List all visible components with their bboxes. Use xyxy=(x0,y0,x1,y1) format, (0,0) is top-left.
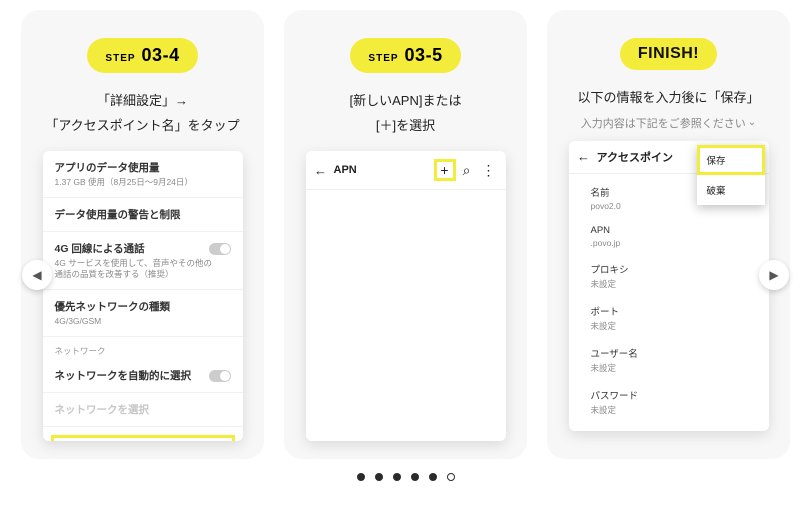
badge-step-number: 03-5 xyxy=(405,45,443,66)
pager-dot[interactable] xyxy=(447,473,455,481)
badge-finish-label: FINISH! xyxy=(638,45,699,63)
row-data-warning[interactable]: データ使用量の警告と制限 xyxy=(43,198,243,232)
pager-dot[interactable] xyxy=(429,473,437,481)
pager-dot[interactable] xyxy=(375,473,383,481)
step-card-03-4: STEP 03-4 「詳細設定」→ 「アクセスポイント名」をタップ アプリのデー… xyxy=(21,10,264,459)
label: ネットワークを選択 xyxy=(55,402,231,417)
field-label: サーバー xyxy=(591,430,763,431)
label: 4G 回線による通話 xyxy=(55,241,231,256)
toggle-icon[interactable] xyxy=(209,370,231,382)
field-label: パスワード xyxy=(591,388,763,402)
step-badge: STEP 03-5 xyxy=(350,38,460,73)
badge-step-label: STEP xyxy=(105,53,135,64)
pager-dot[interactable] xyxy=(393,473,401,481)
step-title: 「詳細設定」→ 「アクセスポイント名」をタップ xyxy=(45,89,239,141)
phone-screenshot-2: ← APN + ⌕ ⋮ xyxy=(306,151,506,441)
step-card-finish: FINISH! 以下の情報を入力後に「保存」 入力内容は下記をご参照ください ⌄… xyxy=(547,10,790,459)
field-value: .povo.jp xyxy=(591,238,763,248)
finish-badge: FINISH! xyxy=(620,38,717,70)
field-value: 未設定 xyxy=(591,362,763,374)
row-app-data-usage[interactable]: アプリのデータ使用量 1.37 GB 使用（8月25日～9月24日） xyxy=(43,151,243,198)
apn-fields: 名前 povo2.0 APN .povo.jp プロキシ 未設定 ポート 未設定… xyxy=(569,174,769,431)
menu-item-discard[interactable]: 破棄 xyxy=(697,175,765,205)
row-apn-highlight[interactable]: アクセス ポイント名 xyxy=(51,435,235,441)
badge-step-number: 03-4 xyxy=(142,45,180,66)
add-apn-button[interactable]: + xyxy=(434,159,456,181)
field-username[interactable]: ユーザー名 未設定 xyxy=(591,339,763,381)
carousel-pager xyxy=(0,473,811,481)
row-4g-calling[interactable]: 4G 回線による通話 4G サービスを使用して、音声やその他の 通話の品質を改善… xyxy=(43,232,243,290)
field-proxy[interactable]: プロキシ 未設定 xyxy=(591,255,763,297)
back-icon[interactable]: ← xyxy=(312,163,330,178)
overflow-menu: 保存 破棄 xyxy=(697,145,765,205)
field-apn[interactable]: APN .povo.jp xyxy=(591,218,763,255)
field-label: ポート xyxy=(591,304,763,318)
pager-dot[interactable] xyxy=(357,473,365,481)
subnote-text: 入力内容は下記をご参照ください xyxy=(581,115,746,131)
field-label: プロキシ xyxy=(591,262,763,276)
label: データ使用量の警告と制限 xyxy=(55,207,231,222)
row-auto-select-network[interactable]: ネットワークを自動的に選択 xyxy=(43,359,243,393)
back-icon[interactable]: ← xyxy=(575,149,593,164)
sublabel: 1.37 GB 使用（8月25日～9月24日） xyxy=(55,177,231,188)
field-port[interactable]: ポート 未設定 xyxy=(591,297,763,339)
plus-icon: + xyxy=(440,162,448,178)
toggle-icon[interactable] xyxy=(209,243,231,255)
phone-screenshot-1: アプリのデータ使用量 1.37 GB 使用（8月25日～9月24日） データ使用… xyxy=(43,151,243,441)
step-title: [新しいAPN]または [＋]を選択 xyxy=(350,89,462,141)
phone-screenshot-3: ← アクセスポイン 保存 破棄 名前 povo2.0 APN .povo.jp … xyxy=(569,141,769,431)
field-password[interactable]: パスワード 未設定 xyxy=(591,381,763,423)
row-select-network: ネットワークを選択 xyxy=(43,393,243,427)
chevron-left-icon: ◀ xyxy=(32,268,41,282)
carousel-next-button[interactable]: ▶ xyxy=(759,260,789,290)
carousel-prev-button[interactable]: ◀ xyxy=(22,260,52,290)
label: ネットワークを自動的に選択 xyxy=(55,368,231,383)
more-icon: ⋮ xyxy=(482,162,496,179)
network-section-header: ネットワーク xyxy=(43,337,243,359)
step-badge: STEP 03-4 xyxy=(87,38,197,73)
field-value: 未設定 xyxy=(591,404,763,416)
row-preferred-network[interactable]: 優先ネットワークの種類 4G/3G/GSM xyxy=(43,290,243,337)
app-bar-title: APN xyxy=(330,164,434,176)
chevron-down-icon: ⌄ xyxy=(748,117,756,128)
app-bar: ← APN + ⌕ ⋮ xyxy=(306,151,506,190)
app-bar: ← アクセスポイン 保存 破棄 xyxy=(569,141,769,174)
field-label: ユーザー名 xyxy=(591,346,763,360)
field-value: 未設定 xyxy=(591,320,763,332)
label: 優先ネットワークの種類 xyxy=(55,299,231,314)
label: アプリのデータ使用量 xyxy=(55,160,231,175)
step-title: 以下の情報を入力後に「保存」 xyxy=(577,86,759,111)
field-label: APN xyxy=(591,225,763,236)
more-button[interactable]: ⋮ xyxy=(478,159,500,181)
expand-details-link[interactable]: 入力内容は下記をご参照ください ⌄ xyxy=(581,115,756,131)
search-icon: ⌕ xyxy=(463,162,471,179)
step-card-03-5: STEP 03-5 [新しいAPN]または [＋]を選択 ← APN + ⌕ ⋮ xyxy=(284,10,527,459)
menu-item-save[interactable]: 保存 xyxy=(697,145,765,175)
sublabel: 4G/3G/GSM xyxy=(55,316,231,327)
sublabel: 4G サービスを使用して、音声やその他の 通話の品質を改善する（推奨） xyxy=(55,258,231,280)
chevron-right-icon: ▶ xyxy=(769,268,778,282)
pager-dot[interactable] xyxy=(411,473,419,481)
badge-step-label: STEP xyxy=(368,53,398,64)
field-server[interactable]: サーバー 未設定 xyxy=(591,423,763,431)
search-button[interactable]: ⌕ xyxy=(456,159,478,181)
field-value: 未設定 xyxy=(591,278,763,290)
